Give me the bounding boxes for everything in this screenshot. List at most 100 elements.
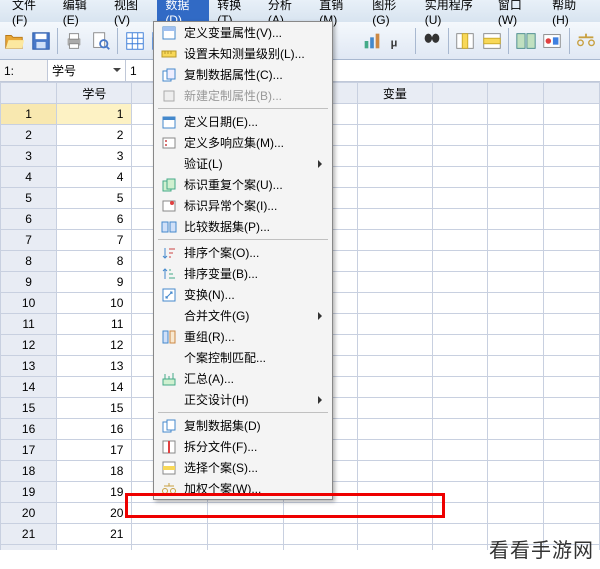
cell[interactable] <box>544 251 600 272</box>
row-header[interactable]: 12 <box>1 335 57 356</box>
row-header[interactable]: 19 <box>1 482 57 503</box>
column-header-named[interactable]: 学号 <box>57 83 132 104</box>
cell[interactable] <box>432 461 488 482</box>
cell[interactable] <box>283 524 357 545</box>
cell[interactable] <box>432 104 488 125</box>
menu-item-multi-resp[interactable]: 定义多响应集(M)... <box>154 132 332 153</box>
cell[interactable] <box>544 440 600 461</box>
menu-item-weight[interactable]: 加权个案(W)... <box>154 478 332 499</box>
cell[interactable]: 18 <box>57 461 132 482</box>
cell[interactable] <box>358 209 432 230</box>
cell[interactable] <box>544 482 600 503</box>
row-header[interactable]: 15 <box>1 398 57 419</box>
cell[interactable]: 3 <box>57 146 132 167</box>
cell[interactable] <box>358 272 432 293</box>
cell[interactable] <box>432 167 488 188</box>
menu-item-calendar[interactable]: 定义日期(E)... <box>154 111 332 132</box>
cell[interactable] <box>432 146 488 167</box>
cell[interactable] <box>432 188 488 209</box>
menu-item-copy-props[interactable]: 复制数据属性(C)... <box>154 64 332 85</box>
row-header[interactable]: 11 <box>1 314 57 335</box>
cell[interactable] <box>488 419 544 440</box>
cell[interactable] <box>488 356 544 377</box>
cell[interactable]: 7 <box>57 230 132 251</box>
cell[interactable]: 10 <box>57 293 132 314</box>
row-header[interactable]: 5 <box>1 188 57 209</box>
cell[interactable] <box>358 440 432 461</box>
cell[interactable] <box>432 314 488 335</box>
cell[interactable] <box>358 146 432 167</box>
cell[interactable]: 9 <box>57 272 132 293</box>
cell[interactable] <box>207 524 283 545</box>
cell[interactable]: 5 <box>57 188 132 209</box>
cell[interactable] <box>358 251 432 272</box>
menu-item-aggregate[interactable]: 汇总(A)... <box>154 368 332 389</box>
row-header[interactable]: 2 <box>1 125 57 146</box>
menu-item-ruler[interactable]: 设置未知测量级别(L)... <box>154 43 332 64</box>
cell[interactable] <box>432 125 488 146</box>
menu-item-select[interactable]: 选择个案(S)... <box>154 457 332 478</box>
cell[interactable] <box>358 461 432 482</box>
print-button[interactable] <box>62 27 87 55</box>
cell[interactable] <box>488 377 544 398</box>
cell[interactable] <box>432 272 488 293</box>
cell[interactable] <box>432 503 488 524</box>
cell[interactable] <box>488 167 544 188</box>
cell[interactable] <box>432 356 488 377</box>
cell[interactable] <box>544 167 600 188</box>
corner-cell[interactable] <box>1 83 57 104</box>
cell[interactable] <box>544 377 600 398</box>
menu-item-dup-case[interactable]: 标识重复个案(U)... <box>154 174 332 195</box>
row-header[interactable]: 20 <box>1 503 57 524</box>
cell[interactable]: 1 <box>57 104 132 125</box>
cell[interactable] <box>544 230 600 251</box>
cell[interactable] <box>488 272 544 293</box>
cell[interactable] <box>488 461 544 482</box>
cell[interactable] <box>283 503 357 524</box>
cell[interactable]: 2 <box>57 125 132 146</box>
cell[interactable]: 16 <box>57 419 132 440</box>
cell[interactable] <box>488 251 544 272</box>
cell[interactable] <box>488 398 544 419</box>
cell[interactable]: 14 <box>57 377 132 398</box>
row-header[interactable]: 18 <box>1 461 57 482</box>
cell[interactable] <box>488 209 544 230</box>
cell[interactable] <box>207 503 283 524</box>
cell[interactable]: 11 <box>57 314 132 335</box>
menu-item-copy-ds[interactable]: 复制数据集(D) <box>154 415 332 436</box>
row-header[interactable]: 17 <box>1 440 57 461</box>
cell[interactable] <box>358 482 432 503</box>
menu-item-outlier[interactable]: 标识异常个案(I)... <box>154 195 332 216</box>
value-label-button[interactable] <box>540 27 565 55</box>
find-button[interactable] <box>420 27 445 55</box>
cell[interactable] <box>132 524 207 545</box>
menu-item-var-props[interactable]: 定义变量属性(V)... <box>154 22 332 43</box>
preview-button[interactable] <box>89 27 114 55</box>
chart-button[interactable] <box>360 27 385 55</box>
cell[interactable] <box>488 188 544 209</box>
open-button[interactable] <box>2 27 27 55</box>
cell[interactable] <box>488 482 544 503</box>
cell[interactable] <box>432 440 488 461</box>
cell[interactable] <box>544 503 600 524</box>
cell[interactable] <box>432 251 488 272</box>
cell[interactable] <box>432 482 488 503</box>
cell[interactable] <box>544 398 600 419</box>
row-header[interactable]: 14 <box>1 377 57 398</box>
cell[interactable] <box>544 272 600 293</box>
cell[interactable] <box>358 188 432 209</box>
menu-2[interactable]: 视图(V) <box>106 0 157 29</box>
cell[interactable] <box>358 398 432 419</box>
row-header[interactable]: 21 <box>1 524 57 545</box>
cell[interactable] <box>488 335 544 356</box>
cell[interactable] <box>358 230 432 251</box>
cell[interactable] <box>432 230 488 251</box>
cell[interactable] <box>358 104 432 125</box>
cell[interactable] <box>544 335 600 356</box>
menu-item-transpose[interactable]: 变换(N)... <box>154 284 332 305</box>
column-header-blank[interactable]: 变量 <box>358 83 432 104</box>
cell[interactable] <box>358 293 432 314</box>
cell[interactable]: 13 <box>57 356 132 377</box>
cell[interactable] <box>358 335 432 356</box>
row-header[interactable]: 9 <box>1 272 57 293</box>
